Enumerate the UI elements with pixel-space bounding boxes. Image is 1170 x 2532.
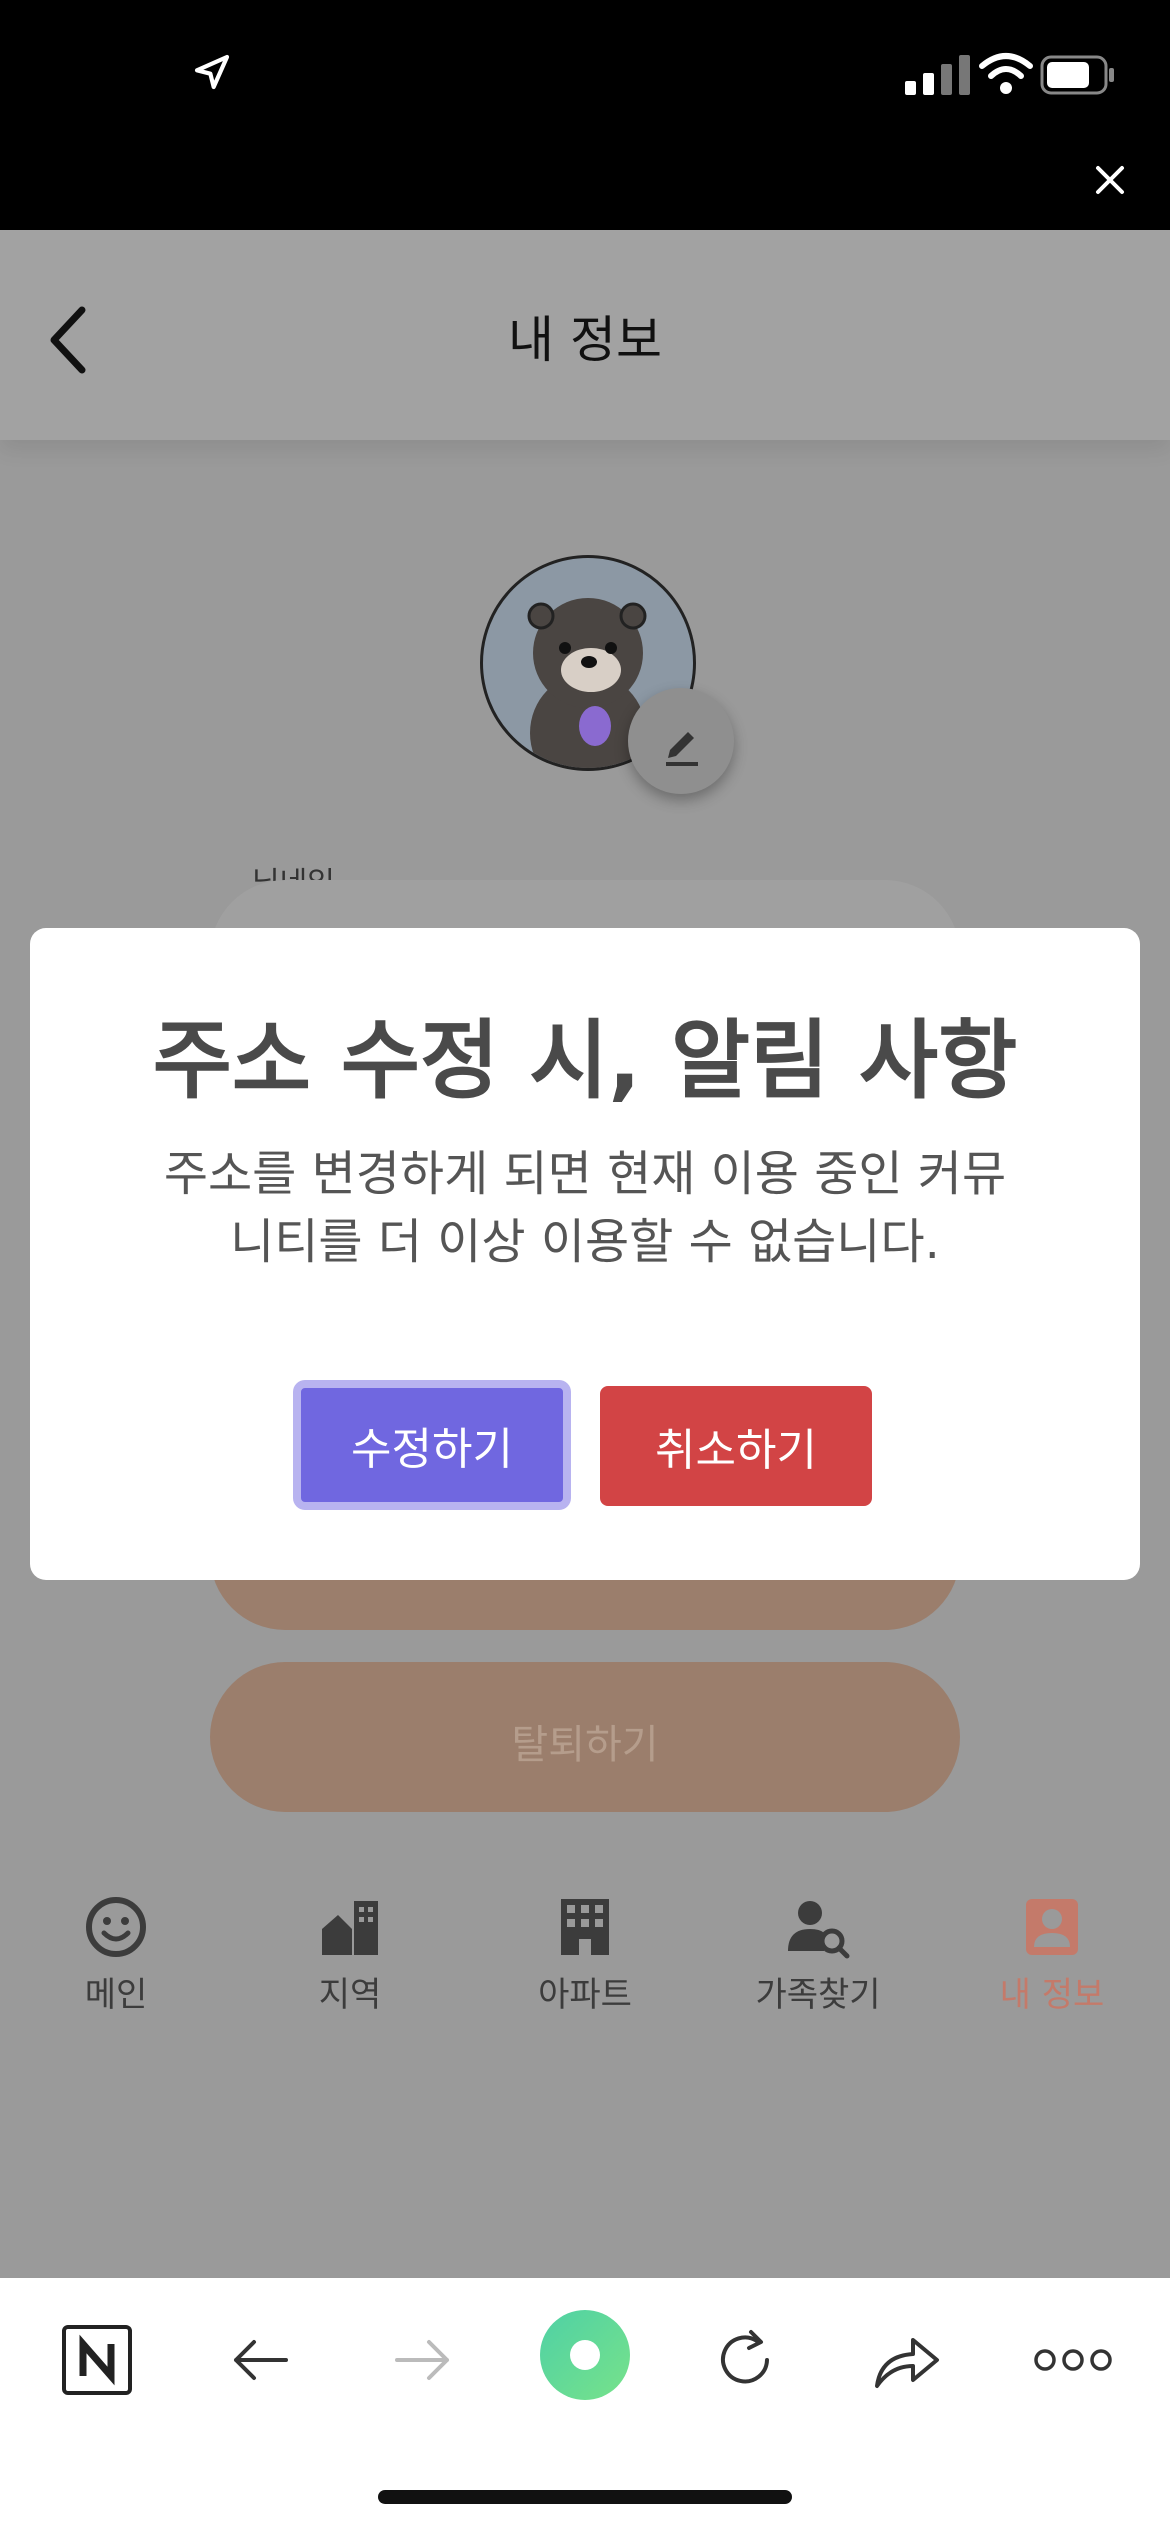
page-title: 내 정보 [508, 311, 662, 369]
back-button[interactable] [215, 2315, 305, 2405]
nav-label-myinfo: 내 정보 [999, 1975, 1105, 2015]
arrow-right-icon [395, 2340, 449, 2380]
dialog-message-line1: 주소를 변경하게 되면 현재 이용 중인 커뮤 [163, 1146, 1007, 1202]
nav-item-apartment[interactable]: 아파트 [485, 1895, 685, 2016]
status-time: 8:57 [80, 45, 173, 97]
nav-item-myinfo[interactable]: 내 정보 [952, 1895, 1152, 2016]
naver-n-icon [62, 2325, 132, 2395]
home-indicator [378, 2490, 792, 2504]
pencil-icon [666, 732, 698, 766]
share-arrow-icon [875, 2338, 939, 2388]
nav-label-family: 가족찾기 [755, 1975, 881, 2015]
dialog-title: 주소 수정 시, 알림 사항 [152, 1011, 1018, 1111]
arrow-left-icon [234, 2340, 288, 2380]
withdraw-label: 탈퇴하기 [511, 1722, 659, 1768]
nav-label-apartment: 아파트 [538, 1975, 632, 2015]
more-dots-icon [1034, 2349, 1112, 2371]
battery-icon [1040, 55, 1114, 95]
apartment-icon [561, 1899, 609, 1955]
nav-label-region: 지역 [318, 1975, 382, 2015]
nav-item-family[interactable]: 가족찾기 [718, 1895, 918, 2016]
reload-button[interactable] [700, 2315, 790, 2405]
cancel-button[interactable]: 취소하기 [600, 1386, 872, 1506]
url-text: apaty.co.kr [493, 160, 677, 202]
reload-icon [721, 2330, 769, 2384]
buildings-icon [322, 1901, 378, 1955]
nav-label-main: 메인 [84, 1975, 148, 2015]
naver-home-button[interactable] [52, 2315, 142, 2405]
user-search-icon [788, 1901, 850, 1959]
nav-item-region[interactable]: 지역 [250, 1895, 450, 2016]
dialog-message-line2: 니티를 더 이상 이용할 수 없습니다. [230, 1214, 940, 1270]
smile-icon [86, 1897, 146, 1957]
profile-icon [1026, 1899, 1078, 1955]
confirm-edit-button[interactable]: 수정하기 [293, 1380, 571, 1510]
dialog-message: 주소를 변경하게 되면 현재 이용 중인 커뮤 니티를 더 이상 이용할 수 없… [110, 1140, 1060, 1276]
signal-icon [905, 55, 970, 95]
more-button[interactable] [1028, 2315, 1118, 2405]
nav-item-main[interactable]: 메인 [16, 1895, 216, 2016]
green-dot-button[interactable] [538, 2308, 632, 2402]
wifi-icon [979, 53, 1033, 94]
forward-button[interactable] [378, 2315, 468, 2405]
green-dot-icon [540, 2310, 630, 2400]
share-button[interactable] [862, 2315, 952, 2405]
location-arrow-icon [194, 54, 230, 90]
edit-avatar-button[interactable] [628, 688, 734, 794]
close-icon[interactable] [1090, 160, 1130, 200]
